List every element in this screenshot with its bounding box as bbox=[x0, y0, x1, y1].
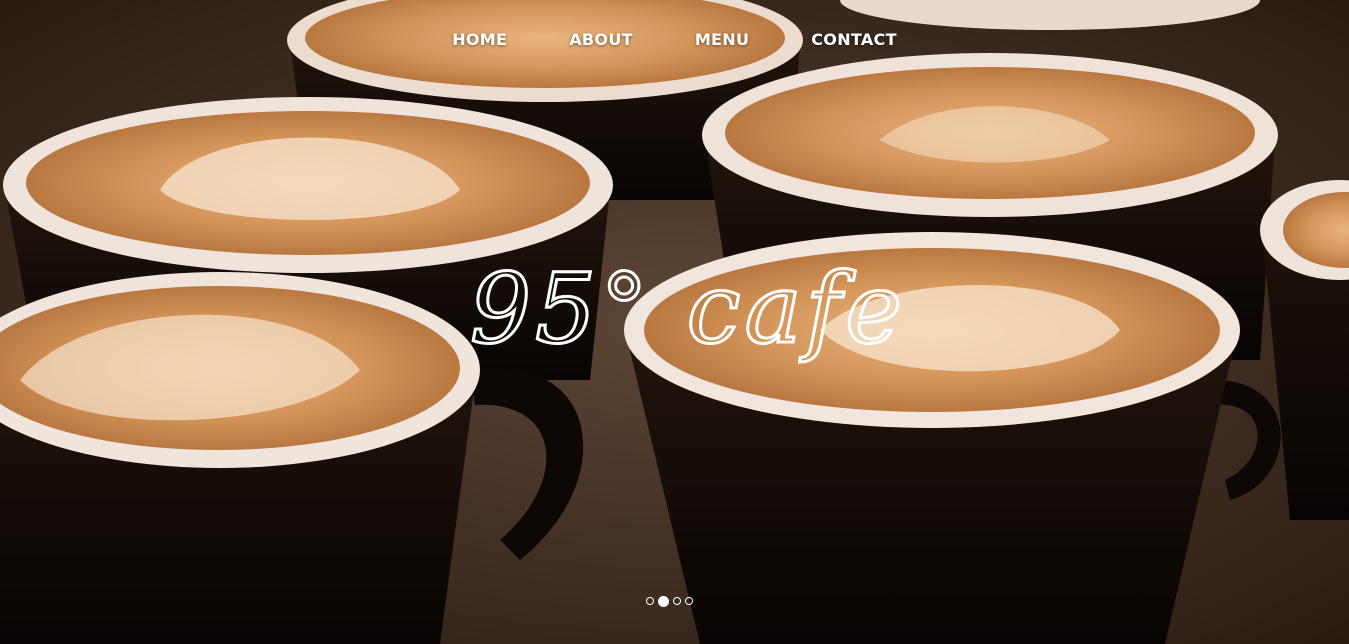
nav-contact-link[interactable]: CONTACT bbox=[780, 30, 928, 49]
main-navigation: HOME ABOUT MENU CONTACT bbox=[0, 30, 1349, 49]
cafe-logo: 95° cafe bbox=[469, 252, 901, 367]
nav-home-link[interactable]: HOME bbox=[421, 30, 538, 49]
slide-dot-3[interactable] bbox=[673, 597, 681, 605]
slider-pagination bbox=[646, 595, 693, 607]
slide-dot-4[interactable] bbox=[685, 597, 693, 605]
hero-section: HOME ABOUT MENU CONTACT 95° cafe bbox=[0, 0, 1349, 644]
slide-dot-1[interactable] bbox=[646, 597, 654, 605]
slide-dot-2[interactable] bbox=[658, 595, 669, 607]
logo-text: 95° cafe bbox=[470, 253, 900, 365]
nav-about-link[interactable]: ABOUT bbox=[538, 30, 664, 49]
nav-menu-link[interactable]: MENU bbox=[664, 30, 780, 49]
